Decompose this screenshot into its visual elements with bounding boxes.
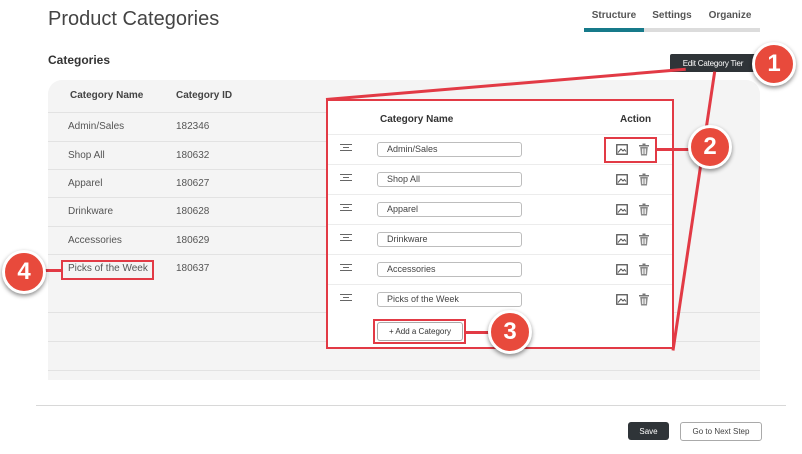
highlight-action-icons — [604, 137, 657, 163]
edit-panel-header-action: Action — [620, 114, 652, 125]
table-row[interactable]: Drinkware 180628 — [48, 197, 328, 225]
highlight-picks-of-the-week — [61, 260, 154, 280]
category-name-input[interactable]: Admin/Sales — [377, 142, 522, 157]
drag-handle-icon[interactable] — [340, 234, 352, 245]
column-header-category-id: Category ID — [176, 90, 233, 101]
category-name-input[interactable]: Drinkware — [377, 232, 522, 247]
category-id-cell: 182346 — [176, 121, 210, 132]
page-title: Product Categories — [48, 8, 220, 30]
callout-badge-1: 1 — [752, 42, 796, 86]
highlight-add-category — [373, 319, 466, 344]
table-divider — [48, 370, 760, 371]
category-id-cell: 180627 — [176, 178, 210, 189]
category-name-cell: Drinkware — [68, 206, 114, 217]
trash-icon[interactable] — [639, 263, 649, 276]
drag-handle-icon[interactable] — [340, 264, 352, 275]
trash-icon[interactable] — [639, 173, 649, 186]
category-name-cell: Apparel — [68, 178, 103, 189]
image-icon[interactable] — [616, 204, 628, 215]
drag-handle-icon[interactable] — [340, 144, 352, 155]
category-name-cell: Shop All — [68, 150, 105, 161]
table-row[interactable]: Apparel 180627 — [48, 169, 328, 197]
edit-panel-header-name: Category Name — [380, 114, 454, 125]
callout-badge-2: 2 — [688, 125, 732, 169]
image-icon[interactable] — [616, 234, 628, 245]
category-id-cell: 180637 — [176, 263, 210, 274]
category-id-cell: 180629 — [176, 235, 210, 246]
edit-row: Apparel — [328, 194, 672, 224]
category-name-input[interactable]: Shop All — [377, 172, 522, 187]
edit-row: Accessories — [328, 254, 672, 284]
drag-handle-icon[interactable] — [340, 204, 352, 215]
save-button[interactable]: Save — [628, 422, 669, 440]
footer-divider — [36, 405, 786, 406]
table-row[interactable]: Admin/Sales 182346 — [48, 112, 328, 140]
trash-icon[interactable] — [639, 203, 649, 216]
go-to-next-step-button[interactable]: Go to Next Step — [680, 422, 762, 441]
drag-handle-icon[interactable] — [340, 174, 352, 185]
table-row[interactable]: Shop All 180632 — [48, 141, 328, 169]
trash-icon[interactable] — [639, 233, 649, 246]
trash-icon[interactable] — [639, 293, 649, 306]
image-icon[interactable] — [616, 264, 628, 275]
section-title: Categories — [48, 53, 111, 67]
column-header-category-name: Category Name — [70, 90, 144, 101]
category-name-input[interactable]: Accessories — [377, 262, 522, 277]
callout-badge-3: 3 — [488, 310, 532, 354]
category-id-cell: 180628 — [176, 206, 210, 217]
table-row[interactable]: Accessories 180629 — [48, 226, 328, 254]
drag-handle-icon[interactable] — [340, 294, 352, 305]
category-name-cell: Accessories — [68, 235, 122, 246]
image-icon[interactable] — [616, 294, 628, 305]
edit-row: Shop All — [328, 164, 672, 194]
category-name-input[interactable]: Apparel — [377, 202, 522, 217]
category-id-cell: 180632 — [176, 150, 210, 161]
tab-active-indicator — [584, 28, 644, 32]
category-name-input[interactable]: Picks of the Week — [377, 292, 522, 307]
edit-row: Picks of the Week — [328, 284, 672, 314]
callout-badge-4: 4 — [2, 250, 46, 294]
category-name-cell: Admin/Sales — [68, 121, 125, 132]
page: Product Categories Structure Settings Or… — [0, 0, 802, 454]
edit-row: Drinkware — [328, 224, 672, 254]
image-icon[interactable] — [616, 174, 628, 185]
